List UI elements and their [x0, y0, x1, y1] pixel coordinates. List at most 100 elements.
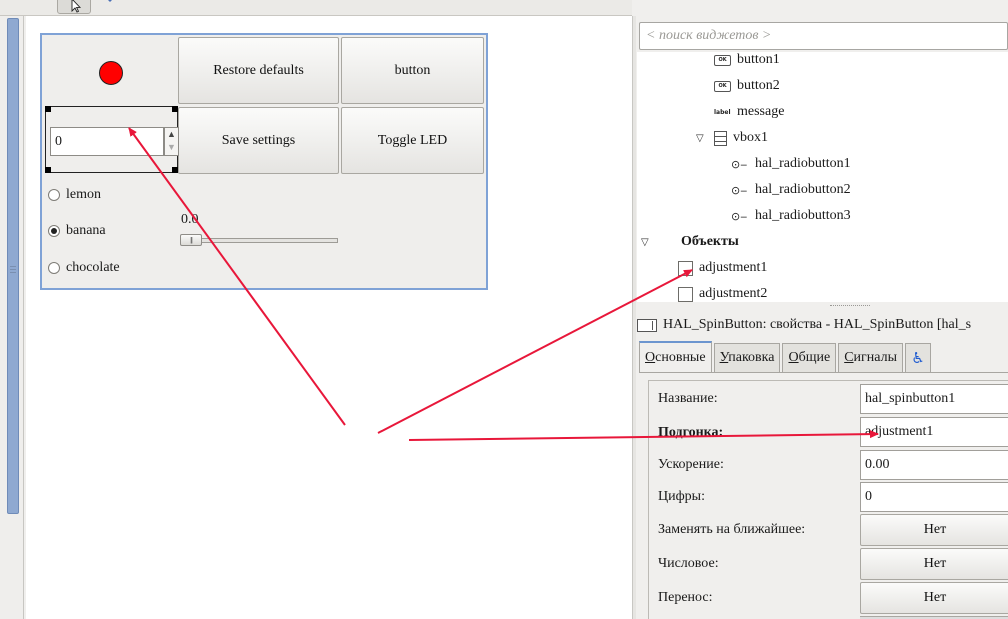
- tree-item-label: button2: [737, 78, 780, 93]
- tree-item-message[interactable]: label message: [714, 99, 784, 125]
- button-button[interactable]: button: [341, 37, 484, 104]
- objects-header-label: Объекты: [681, 234, 739, 249]
- tab-label: игналы: [853, 350, 898, 365]
- tree-item-label: hal_radiobutton3: [755, 208, 851, 223]
- tab-label: сновные: [655, 350, 706, 365]
- radio-button-icon: ⊙‒: [731, 183, 748, 197]
- spinbutton-entry[interactable]: 0: [50, 127, 164, 156]
- widget-tree[interactable]: OK button1 OK button2 label message ▽ vb…: [637, 52, 1008, 302]
- resize-handle[interactable]: [172, 106, 178, 112]
- resize-handle[interactable]: [172, 167, 178, 173]
- prop-name-field[interactable]: hal_spinbutton1: [860, 384, 1008, 414]
- toggle-led-button[interactable]: Toggle LED: [341, 107, 484, 174]
- tree-item-adjustment1[interactable]: adjustment1: [678, 255, 767, 281]
- radio-indicator-icon[interactable]: [48, 225, 60, 237]
- tab-mnemonic: О: [645, 350, 656, 365]
- prop-digits-field[interactable]: 0: [860, 482, 1008, 512]
- tree-item-label: adjustment2: [699, 286, 768, 301]
- radio-chocolate[interactable]: chocolate: [48, 259, 120, 277]
- pointer-icon[interactable]: [57, 0, 91, 14]
- tab-label: бщие: [798, 350, 831, 365]
- panel-splitter[interactable]: [830, 305, 870, 308]
- spinbutton-arrows[interactable]: ▲ ▼: [164, 127, 179, 156]
- spinbutton-icon: [637, 318, 657, 332]
- prop-numeric-toggle[interactable]: Нет: [860, 548, 1008, 580]
- radio-button-icon: ⊙‒: [731, 157, 748, 171]
- properties-tabs: Основные Упаковка Общие Сигналы ♿: [639, 341, 933, 373]
- tab-common[interactable]: Общие: [782, 343, 837, 373]
- radio-indicator-icon[interactable]: [48, 189, 60, 201]
- tree-item-hal-radiobutton2[interactable]: ⊙‒ hal_radiobutton2: [731, 177, 851, 203]
- ok-button-icon: OK: [714, 54, 731, 66]
- tab-mnemonic: О: [788, 350, 799, 365]
- accessibility-icon[interactable]: ♿: [905, 343, 932, 373]
- tree-item-vbox1[interactable]: ▽ vbox1: [696, 125, 768, 151]
- slider-value: 0.0: [181, 212, 199, 227]
- button-label: button: [394, 62, 431, 78]
- tab-general[interactable]: Основные: [639, 341, 712, 373]
- radio-indicator-icon[interactable]: [48, 262, 60, 274]
- tab-signals[interactable]: Сигналы: [838, 343, 904, 373]
- label-icon: label: [714, 108, 731, 116]
- spinbutton-selection[interactable]: 0 ▲ ▼: [45, 106, 179, 173]
- vbox-icon: [714, 130, 727, 146]
- restore-defaults-button[interactable]: Restore defaults: [178, 37, 339, 104]
- widget-search-input[interactable]: < поиск виджетов >: [639, 22, 1008, 50]
- prop-wrap-toggle[interactable]: Нет: [860, 582, 1008, 614]
- tree-item-button1[interactable]: OK button1: [714, 47, 780, 73]
- radio-banana[interactable]: banana: [48, 222, 106, 240]
- tab-mnemonic: С: [844, 350, 854, 365]
- tree-objects-header[interactable]: ▽ Объекты: [641, 229, 739, 255]
- slider-track[interactable]: [182, 238, 338, 243]
- adjustment-icon: [678, 286, 693, 302]
- resize-handle[interactable]: [45, 106, 51, 112]
- prop-label-adjustment: Подгонка:: [658, 425, 724, 440]
- prop-label-name: Название:: [658, 391, 718, 406]
- prop-climb-rate-field[interactable]: 0.00: [860, 450, 1008, 480]
- toolbar: [0, 0, 632, 16]
- radio-label: lemon: [66, 187, 101, 202]
- drag-resize-icon[interactable]: [100, 0, 120, 14]
- prop-label-digits: Цифры:: [658, 489, 705, 504]
- save-settings-button[interactable]: Save settings: [178, 107, 339, 174]
- resize-handle[interactable]: [45, 167, 51, 173]
- pane-splitter[interactable]: [632, 16, 636, 619]
- tab-packing[interactable]: Упаковка: [713, 343, 781, 373]
- prop-label-wrap: Перенос:: [658, 590, 713, 605]
- expander-open-icon[interactable]: ▽: [641, 237, 653, 248]
- tree-item-button2[interactable]: OK button2: [714, 73, 780, 99]
- radio-lemon[interactable]: lemon: [48, 186, 101, 204]
- toggle-label: Нет: [923, 522, 947, 537]
- properties-title-text: HAL_SpinButton: свойства - HAL_SpinButto…: [663, 317, 972, 332]
- prop-label-climb-rate: Ускорение:: [658, 457, 724, 472]
- tree-item-label: message: [737, 104, 785, 119]
- restore-defaults-label: Restore defaults: [213, 62, 304, 78]
- chevron-down-icon[interactable]: ▼: [165, 141, 178, 154]
- toolbar-icon[interactable]: [0, 0, 22, 14]
- toggle-label: Нет: [923, 590, 947, 605]
- ok-button-icon: OK: [714, 80, 731, 92]
- adjustment-icon: [678, 260, 693, 276]
- tab-mnemonic: У: [719, 350, 729, 365]
- expander-open-icon[interactable]: ▽: [696, 133, 708, 144]
- prop-adjustment-field[interactable]: adjustment1: [860, 417, 1008, 447]
- tree-item-label: hal_radiobutton1: [755, 156, 851, 171]
- tree-item-label: vbox1: [733, 130, 768, 145]
- slider-thumb[interactable]: ||||: [180, 234, 202, 246]
- tree-item-hal-radiobutton3[interactable]: ⊙‒ hal_radiobutton3: [731, 203, 851, 229]
- tree-item-label: adjustment1: [699, 260, 768, 275]
- tab-label: паковка: [728, 350, 775, 365]
- prop-label-snap-to-ticks: Заменять на ближайшее:: [658, 522, 806, 537]
- designed-window[interactable]: Restore defaults button Save settings To…: [40, 33, 488, 290]
- splitter-grip-icon[interactable]: [10, 264, 16, 274]
- tree-item-adjustment2[interactable]: adjustment2: [678, 281, 767, 307]
- tree-item-label: hal_radiobutton2: [755, 182, 851, 197]
- prop-snap-to-ticks-toggle[interactable]: Нет: [860, 514, 1008, 546]
- prop-label-numeric: Числовое:: [658, 556, 719, 571]
- toggle-led-label: Toggle LED: [377, 132, 448, 148]
- radio-label: chocolate: [66, 260, 120, 275]
- hal-led-icon[interactable]: [99, 61, 123, 85]
- tree-item-label: button1: [737, 52, 780, 67]
- chevron-up-icon[interactable]: ▲: [165, 128, 178, 141]
- tree-item-hal-radiobutton1[interactable]: ⊙‒ hal_radiobutton1: [731, 151, 851, 177]
